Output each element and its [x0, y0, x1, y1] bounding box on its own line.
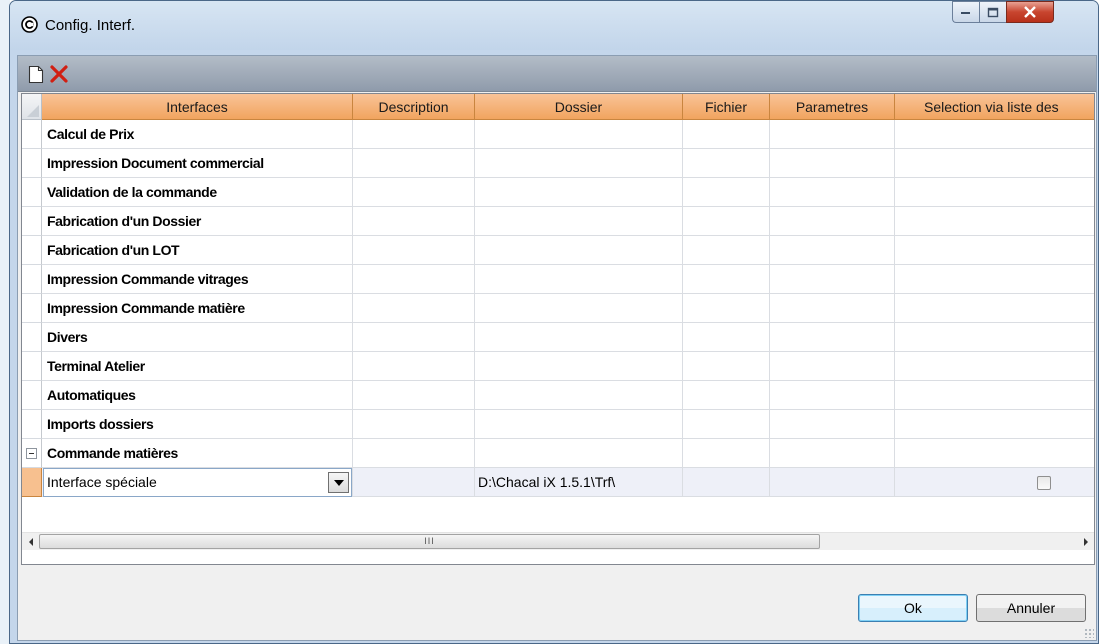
window-title: Config. Interf. [45, 17, 136, 34]
row-header[interactable] [22, 439, 42, 468]
ok-button[interactable]: Ok [858, 594, 968, 622]
app-icon [21, 16, 38, 33]
delete-button[interactable] [49, 64, 69, 84]
interface-subrow[interactable]: Interface spéciale D:\Chacal iX 1.5.1\Tr… [22, 468, 1094, 497]
collapse-icon[interactable] [26, 448, 37, 459]
select-all-corner[interactable] [22, 94, 42, 120]
scroll-left-button[interactable] [22, 533, 39, 550]
scroll-grip: III [424, 536, 435, 546]
group-row[interactable]: Imports dossiers [22, 410, 1094, 439]
group-row[interactable]: Validation de la commande [22, 178, 1094, 207]
group-label: Commande matières [47, 445, 178, 461]
dialog-client-area: Interfaces Description Dossier Fichier P… [17, 55, 1097, 641]
group-label: Terminal Atelier [47, 358, 145, 374]
row-header[interactable] [22, 265, 42, 294]
new-button[interactable] [26, 64, 46, 84]
group-row[interactable]: Impression Commande vitrages [22, 265, 1094, 294]
interface-select[interactable]: Interface spéciale [43, 468, 352, 497]
resize-grip[interactable] [1084, 628, 1094, 638]
group-row[interactable]: Impression Commande matière [22, 294, 1094, 323]
maximize-icon [987, 7, 999, 17]
col-header-dossier[interactable]: Dossier [475, 94, 683, 120]
cancel-button[interactable]: Annuler [976, 594, 1086, 622]
arrow-right-icon [1083, 537, 1088, 546]
group-row[interactable]: Automatiques [22, 381, 1094, 410]
close-button[interactable] [1006, 1, 1054, 23]
config-interf-window: Config. Interf. Interfaces Description D… [9, 0, 1099, 644]
dropdown-button[interactable] [328, 472, 349, 493]
row-header[interactable] [22, 381, 42, 410]
row-header[interactable] [22, 294, 42, 323]
group-label: Fabrication d'un LOT [47, 242, 180, 258]
toolbar [18, 56, 1096, 92]
col-header-parametres[interactable]: Parametres [770, 94, 895, 120]
group-label: Validation de la commande [47, 184, 217, 200]
col-header-fichier[interactable]: Fichier [683, 94, 770, 120]
group-label: Impression Document commercial [47, 155, 264, 171]
col-header-description[interactable]: Description [353, 94, 475, 120]
row-header[interactable] [22, 149, 42, 178]
close-icon [1024, 6, 1036, 18]
selection-checkbox[interactable] [1037, 476, 1051, 490]
row-header[interactable] [22, 323, 42, 352]
group-row[interactable]: Divers [22, 323, 1094, 352]
group-row[interactable]: Terminal Atelier [22, 352, 1094, 381]
minimize-button[interactable] [952, 1, 979, 23]
col-header-interfaces[interactable]: Interfaces [42, 94, 353, 120]
scroll-thumb[interactable]: III [39, 534, 820, 549]
row-header[interactable] [22, 178, 42, 207]
title-bar[interactable]: Config. Interf. [10, 1, 1098, 50]
delete-x-icon [50, 65, 68, 83]
group-row[interactable]: Impression Document commercial [22, 149, 1094, 178]
row-header[interactable] [22, 207, 42, 236]
group-label: Impression Commande vitrages [47, 271, 249, 287]
horizontal-scrollbar[interactable]: III [22, 532, 1094, 550]
arrow-left-icon [28, 537, 33, 546]
group-label: Divers [47, 329, 88, 345]
group-row[interactable]: Commande matières [22, 439, 1094, 468]
chevron-down-icon [333, 479, 344, 486]
group-row[interactable]: Fabrication d'un Dossier [22, 207, 1094, 236]
new-document-icon [28, 65, 44, 83]
group-row[interactable]: Fabrication d'un LOT [22, 236, 1094, 265]
group-label: Fabrication d'un Dossier [47, 213, 201, 229]
row-header[interactable] [22, 236, 42, 265]
interfaces-grid: Interfaces Description Dossier Fichier P… [21, 93, 1095, 565]
row-header-selected[interactable] [22, 468, 42, 497]
scroll-right-button[interactable] [1077, 533, 1094, 550]
grid-header: Interfaces Description Dossier Fichier P… [22, 94, 1094, 120]
group-label: Impression Commande matière [47, 300, 245, 316]
dossier-cell[interactable]: D:\Chacal iX 1.5.1\Trf\ [478, 468, 615, 497]
group-label: Calcul de Prix [47, 126, 134, 142]
col-header-selection[interactable]: Selection via liste des [895, 94, 1094, 120]
maximize-button[interactable] [979, 1, 1006, 23]
group-label: Imports dossiers [47, 416, 154, 432]
group-row[interactable]: Calcul de Prix [22, 120, 1094, 149]
minimize-icon [961, 12, 970, 14]
group-label: Automatiques [47, 387, 136, 403]
row-header[interactable] [22, 410, 42, 439]
row-header[interactable] [22, 120, 42, 149]
row-header[interactable] [22, 352, 42, 381]
interface-select-value: Interface spéciale [47, 474, 157, 490]
